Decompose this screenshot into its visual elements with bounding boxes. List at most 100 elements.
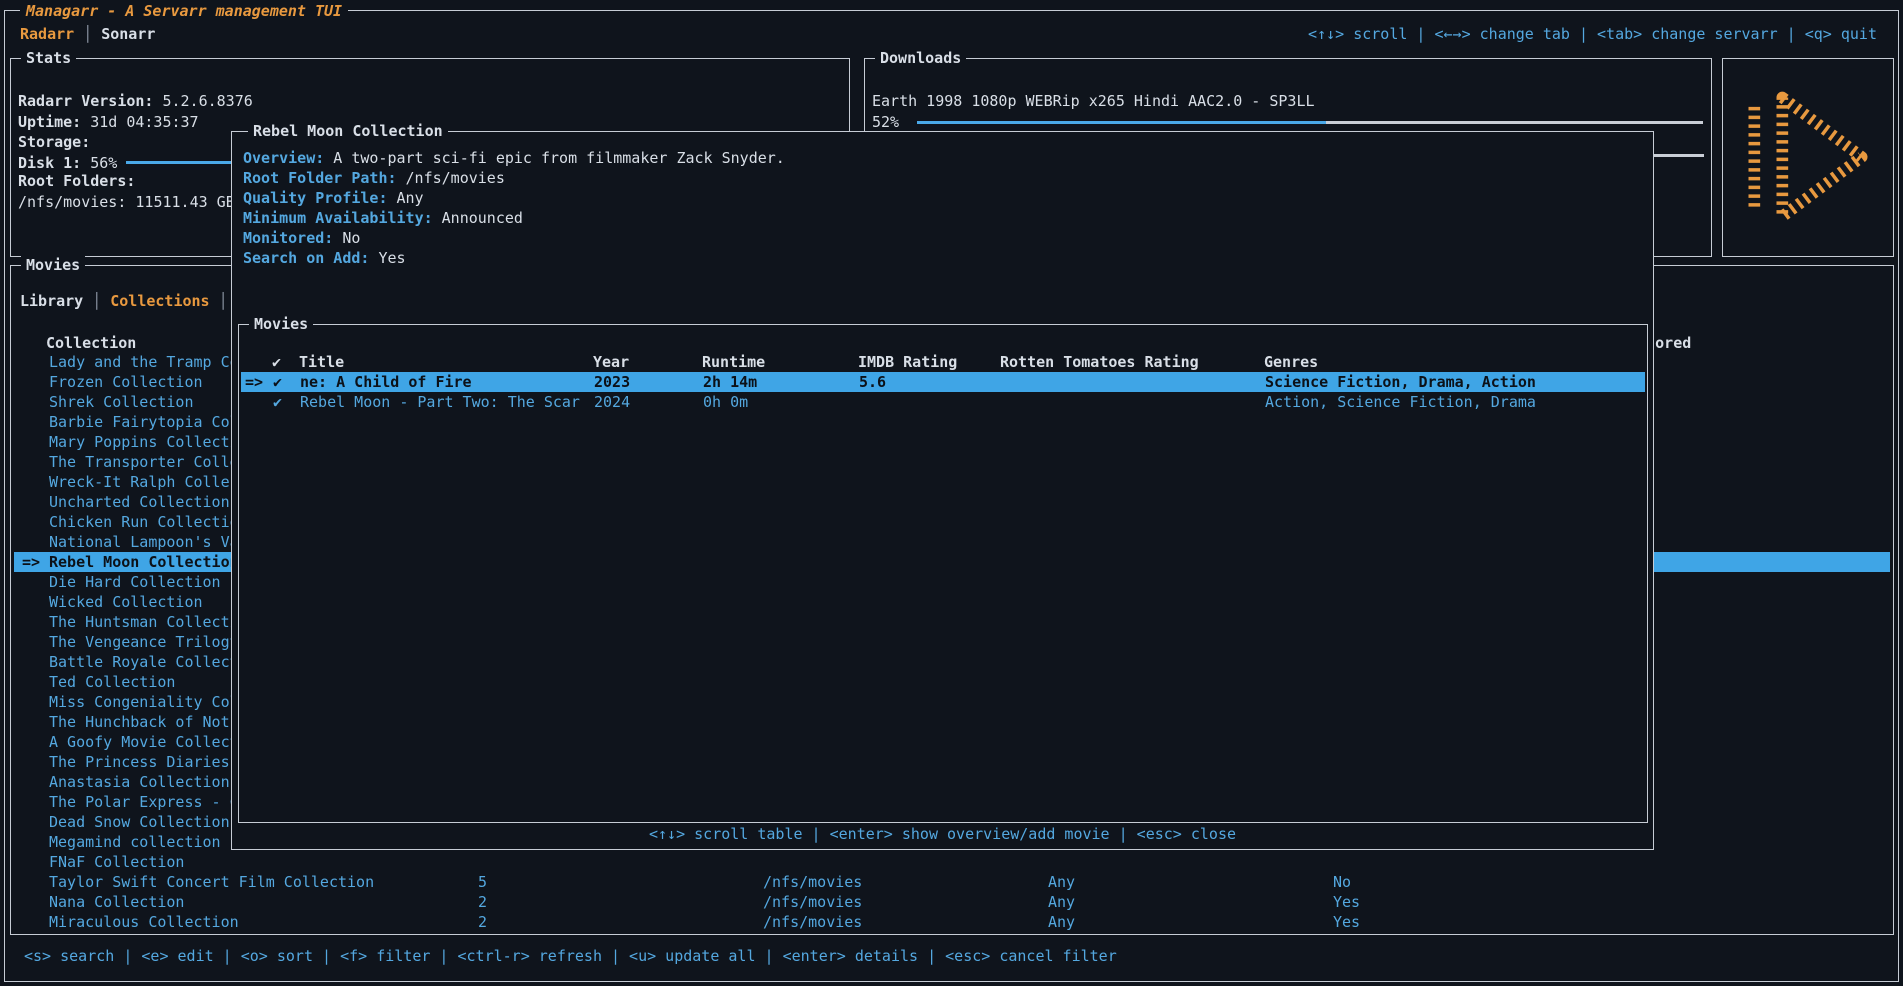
modal-field-value: A two-part sci-fi epic from filmmaker Za…: [333, 149, 785, 167]
movie-row[interactable]: => ✔ ne: A Child of Fire 2023 2h 14m 5.6 Scien…: [241, 372, 1645, 392]
modal-field: Overview: A two-part sci-fi epic from fil…: [243, 148, 785, 168]
top-help: <↑↓> scroll | <←→> change tab | <tab> ch…: [1308, 24, 1877, 44]
collection-name: Frozen Collection: [49, 372, 203, 392]
servarr-tab-sonarr[interactable]: Sonarr: [101, 25, 155, 43]
managarr-logo-icon: [1738, 77, 1878, 237]
modal-field: Root Folder Path: /nfs/movies: [243, 168, 505, 188]
movie-cell: 2023: [594, 372, 630, 392]
modal-field-label: Overview:: [243, 149, 324, 167]
servarr-tabs: Radarr│Sonarr: [20, 24, 155, 44]
download-gauge-fill: [917, 121, 1326, 124]
collection-name: A Goofy Movie Collect: [49, 732, 239, 752]
collection-name: Mary Poppins Collecti: [49, 432, 239, 452]
collection-cell: Yes: [1333, 912, 1360, 932]
root-folders-label: Root Folders:: [18, 171, 135, 191]
tab-separator: │: [74, 25, 101, 43]
logo-panel: [1722, 58, 1894, 257]
movie-cell: Rebel Moon - Part Two: The Scar: [300, 392, 580, 412]
modal-field-value: /nfs/movies: [406, 169, 505, 187]
download-gauge: [917, 121, 1703, 124]
modal-title: Rebel Moon Collection: [248, 122, 448, 140]
version-line: Radarr Version: 5.2.6.8376: [18, 91, 253, 111]
collection-name: The Huntsman Collecti: [49, 612, 239, 632]
collection-details-modal: Rebel Moon Collection Overview:A two-par…: [231, 131, 1654, 850]
movie-cell: ✔: [273, 392, 282, 412]
modal-footer: <↑↓> scroll table | <enter> show overvie…: [232, 824, 1653, 844]
download-item-name: Earth 1998 1080p WEBRip x265 Hindi AAC2.…: [872, 91, 1315, 111]
collection-name: The Princess Diaries: [49, 752, 230, 772]
bottom-help: <s> search | <e> edit | <o> sort | <f> f…: [24, 946, 1117, 966]
collection-name: FNaF Collection: [49, 852, 184, 872]
modal-field-label: Minimum Availability:: [243, 209, 433, 227]
movie-cell: ne: A Child of Fire: [300, 372, 472, 392]
modal-field-label: Root Folder Path:: [243, 169, 397, 187]
uptime-value: 31d 04:35:37: [90, 113, 198, 131]
app-title: Managarr - A Servarr management TUI: [20, 1, 348, 21]
collection-name: Rebel Moon Collection: [49, 552, 239, 572]
movie-cell: 2h 14m: [703, 372, 757, 392]
collection-name: Shrek Collection: [49, 392, 194, 412]
collection-cell: 2: [478, 892, 487, 912]
modal-field: Search on Add: Yes: [243, 248, 406, 268]
collection-row[interactable]: Nana Collection 2/nfs/movies Any Yes: [14, 892, 1890, 912]
modal-field-label: Quality Profile:: [243, 189, 388, 207]
movies-table-rows: => ✔ ne: A Child of Fire 2023 2h 14m 5.6 Scien…: [240, 325, 1646, 821]
collection-cell: Any: [1048, 892, 1075, 912]
collection-name: Dead Snow Collection: [49, 812, 230, 832]
collection-cell: No: [1333, 872, 1351, 892]
modal-field-label: Search on Add:: [243, 249, 369, 267]
stats-title: Stats: [21, 49, 76, 67]
collection-name: The Transporter Colle: [49, 452, 239, 472]
servarr-tab-radarr[interactable]: Radarr: [20, 25, 74, 43]
movie-cell: Action, Science Fiction, Drama: [1265, 392, 1536, 412]
collection-name: The Hunchback of Notr: [49, 712, 239, 732]
collection-name: Nana Collection: [49, 892, 184, 912]
disk-line: Disk 1: 56%: [18, 153, 117, 173]
movie-cell: 5.6: [859, 372, 886, 392]
collection-row[interactable]: Taylor Swift Concert Film Collection 5/nf…: [14, 872, 1890, 892]
collection-cell: /nfs/movies: [763, 872, 862, 892]
collection-cell: Any: [1048, 872, 1075, 892]
collection-name: Megamind collection: [49, 832, 221, 852]
movie-row[interactable]: ✔Rebel Moon - Part Two: The Scar20240h 0…: [241, 392, 1645, 412]
collection-name: Taylor Swift Concert Film Collection: [49, 872, 374, 892]
collection-name: Chicken Run Collectio: [49, 512, 239, 532]
collection-name: The Vengeance Trilogy: [49, 632, 239, 652]
selected-row-prefix: =>: [245, 372, 263, 392]
collection-cell: Any: [1048, 912, 1075, 932]
collection-cell: 5: [478, 872, 487, 892]
collection-name: Wicked Collection: [49, 592, 203, 612]
disk-label: Disk 1:: [18, 154, 81, 172]
modal-field: Monitored:No: [243, 228, 360, 248]
collection-cell: Yes: [1333, 892, 1360, 912]
version-label: Radarr Version:: [18, 92, 153, 110]
collection-name: Anastasia Collection: [49, 772, 230, 792]
version-value: 5.2.6.8376: [162, 92, 252, 110]
collection-name: Ted Collection: [49, 672, 175, 692]
collection-name: National Lampoon's Va: [49, 532, 239, 552]
collection-name: Miraculous Collection: [49, 912, 239, 932]
collection-row[interactable]: Miraculous Collection2/nfs/moviesAnyYes: [14, 912, 1890, 932]
collection-cell: /nfs/movies: [763, 912, 862, 932]
collection-name: The Polar Express - C: [49, 792, 239, 812]
movie-cell: 2024: [594, 392, 630, 412]
collection-name: Wreck-It Ralph Collec: [49, 472, 239, 492]
root-folder-line: /nfs/movies: 11511.43 GB: [18, 192, 235, 212]
uptime-label: Uptime:: [18, 113, 81, 131]
selected-row-prefix: =>: [22, 552, 49, 572]
disk-percent: 56%: [90, 154, 117, 172]
storage-label: Storage:: [18, 132, 90, 152]
movie-cell: Science Fiction, Drama, Action: [1265, 372, 1536, 392]
modal-field-value: Any: [397, 189, 424, 207]
download-percent: 52%: [872, 112, 899, 132]
collection-cell: /nfs/movies: [763, 892, 862, 912]
collection-row[interactable]: FNaF Collection: [14, 852, 1890, 872]
modal-field-value: Yes: [378, 249, 405, 267]
modal-field-label: Monitored:: [243, 229, 333, 247]
collection-name: Barbie Fairytopia Col: [49, 412, 239, 432]
collection-name: Lady and the Tramp Co: [49, 352, 239, 372]
movies-table-panel: Movies ✔TitleYearRuntimeIMDB RatingRotte…: [238, 324, 1648, 823]
movie-cell: ✔: [273, 372, 282, 392]
collection-name: Miss Congeniality Col: [49, 692, 239, 712]
modal-field: Quality Profile: Any: [243, 188, 424, 208]
